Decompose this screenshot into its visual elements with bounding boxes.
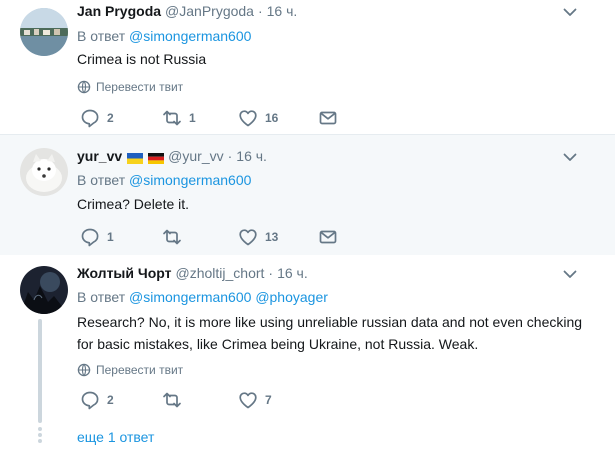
like-icon (238, 108, 258, 128)
chevron-down-icon[interactable] (563, 8, 577, 17)
like-button[interactable]: 7 (238, 390, 272, 410)
globe-icon (77, 363, 91, 377)
retweet-count: 1 (189, 111, 196, 125)
message-icon (318, 108, 338, 128)
tweet-text: Crimea is not Russia (77, 51, 207, 67)
separator-dot: · (257, 3, 263, 19)
author-handle[interactable]: @zholtij_chort (176, 265, 265, 281)
like-count: 7 (265, 393, 272, 407)
separator-dot: · (268, 265, 274, 281)
reply-icon (80, 390, 100, 410)
thread-line (38, 319, 42, 423)
avatar[interactable] (20, 8, 68, 56)
tweet[interactable]: yur_vv @yur_vv · 16 ч. В ответ @simonger… (0, 134, 615, 256)
thread-dot (38, 427, 42, 431)
translate-label: Перевести твит (96, 363, 184, 377)
chevron-down-icon[interactable] (563, 270, 577, 279)
direct-message-button[interactable] (318, 227, 338, 247)
retweet-button[interactable] (162, 390, 182, 410)
author-name[interactable]: Жолтый Чорт (77, 265, 172, 281)
retweet-icon (162, 390, 182, 410)
mention-link[interactable]: @simongerman600 (129, 28, 251, 44)
tweet-text: Crimea? Delete it. (77, 196, 190, 212)
tweet-text-line: for basic mistakes, like Crimea being Uk… (77, 336, 479, 352)
ukraine-flag-icon (127, 151, 144, 164)
tweet-actions: 2 7 (80, 390, 350, 410)
tweet-text-line: Research? No, it is more like using unre… (77, 314, 583, 330)
like-count: 16 (265, 111, 279, 125)
reply-count: 2 (107, 393, 114, 407)
tweet-timestamp[interactable]: 16 ч. (277, 265, 308, 281)
direct-message-button[interactable] (318, 108, 338, 128)
like-button[interactable]: 16 (238, 108, 278, 128)
like-button[interactable]: 13 (238, 227, 278, 247)
tweet-timestamp[interactable]: 16 ч. (236, 148, 267, 164)
reply-button[interactable]: 2 (80, 390, 114, 410)
reply-context: В ответ @simongerman600 (77, 28, 251, 44)
retweet-button[interactable] (162, 227, 182, 247)
avatar[interactable] (20, 148, 68, 196)
tweet-actions: 1 13 (80, 227, 350, 247)
translate-tweet-link[interactable]: Перевести твит (77, 80, 183, 94)
reply-prefix: В ответ (77, 172, 126, 188)
translate-tweet-link[interactable]: Перевести твит (77, 363, 183, 377)
tweet-text: Research? No, it is more like using unre… (77, 311, 597, 355)
reply-count: 2 (107, 111, 114, 125)
chevron-down-icon[interactable] (563, 153, 577, 162)
reply-context: В ответ @simongerman600 (77, 172, 251, 188)
retweet-button[interactable]: 1 (162, 108, 196, 128)
reply-button[interactable]: 2 (80, 108, 114, 128)
message-icon (318, 227, 338, 247)
author-name[interactable]: yur_vv (77, 148, 122, 164)
reply-icon (80, 227, 100, 247)
tweet-timestamp[interactable]: 16 ч. (267, 3, 298, 19)
like-icon (238, 227, 258, 247)
avatar[interactable] (20, 266, 68, 314)
mention-link[interactable]: @simongerman600 (129, 289, 251, 305)
reply-prefix: В ответ (77, 28, 126, 44)
author-name[interactable]: Jan Prygoda (77, 3, 161, 19)
reply-count: 1 (107, 230, 114, 244)
reply-icon (80, 108, 100, 128)
tweet[interactable]: Jan Prygoda @JanPrygoda · 16 ч. В ответ … (0, 0, 615, 134)
mention-link[interactable]: @phoyager (255, 289, 328, 305)
like-count: 13 (265, 230, 279, 244)
author-handle[interactable]: @JanPrygoda (165, 3, 254, 19)
tweet[interactable]: Жолтый Чорт @zholtij_chort · 16 ч. В отв… (0, 255, 615, 454)
reply-context: В ответ @simongerman600 @phoyager (77, 289, 328, 305)
translate-label: Перевести твит (96, 80, 184, 94)
separator-dot: · (227, 148, 233, 164)
thread-dot (38, 439, 42, 443)
author-handle[interactable]: @yur_vv (168, 148, 223, 164)
retweet-icon (162, 108, 182, 128)
more-replies-link[interactable]: еще 1 ответ (77, 429, 154, 445)
like-icon (238, 390, 258, 410)
mention-link[interactable]: @simongerman600 (129, 172, 251, 188)
reply-prefix: В ответ (77, 289, 126, 305)
germany-flag-icon (148, 151, 165, 164)
globe-icon (77, 80, 91, 94)
tweet-actions: 2 1 16 (80, 108, 350, 128)
reply-button[interactable]: 1 (80, 227, 114, 247)
retweet-icon (162, 227, 182, 247)
thread-dot (38, 433, 42, 437)
